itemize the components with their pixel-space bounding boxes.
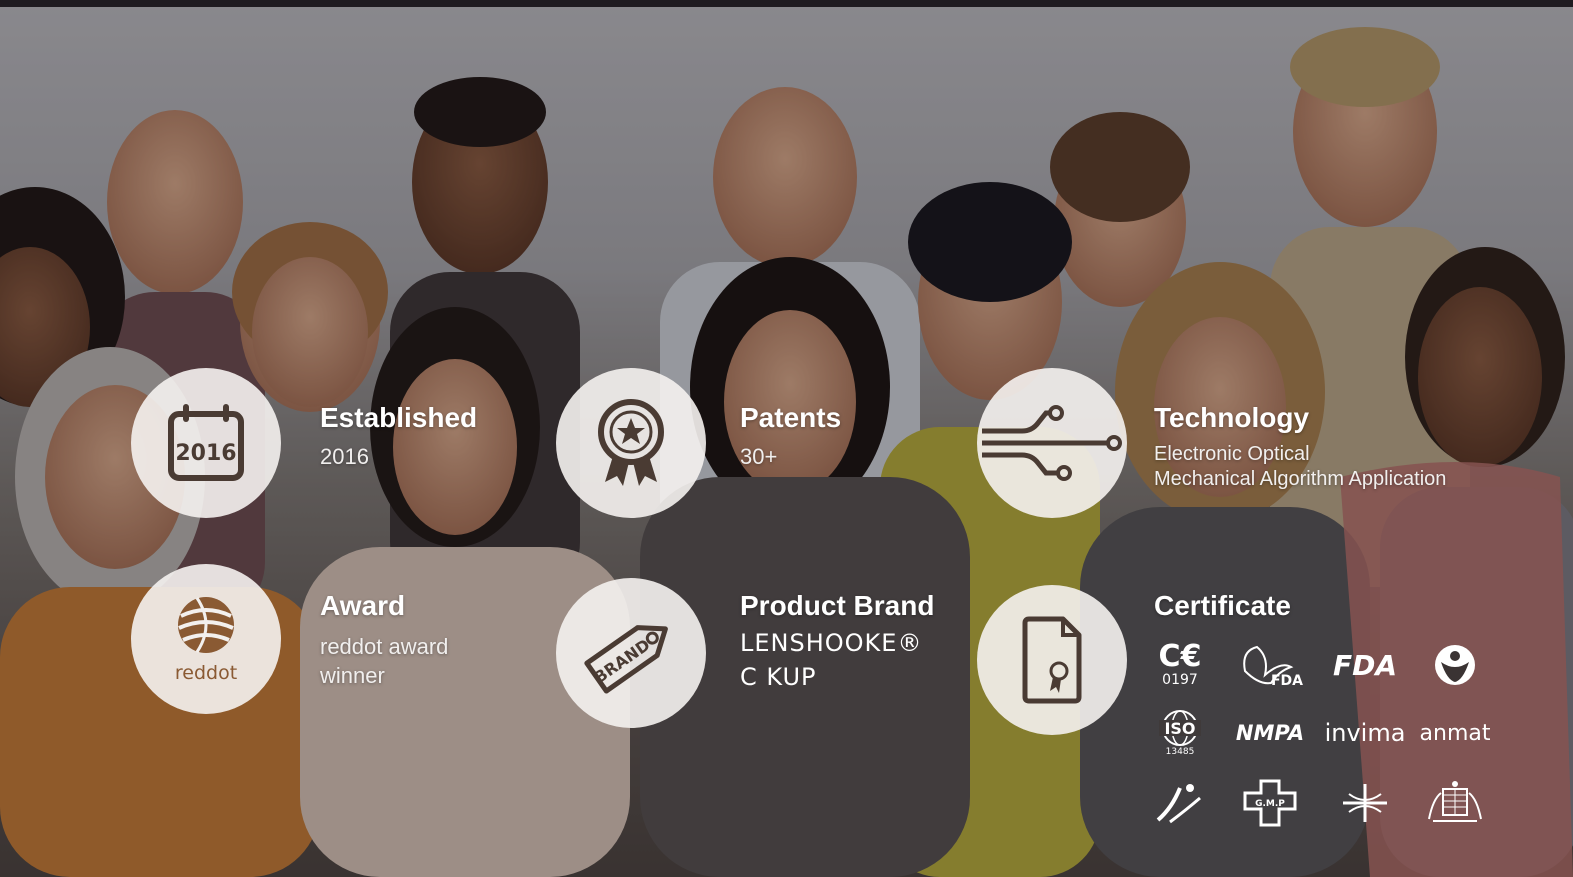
technology-feature: Technology Electronic Optical Mechanical… (1154, 402, 1446, 492)
award-ribbon-icon (598, 399, 664, 486)
top-bar (0, 0, 1573, 7)
brand-icon-badge: BRAND (556, 578, 706, 728)
nmpa-logo: NMPA (1235, 721, 1305, 745)
patents-value: 30+ (740, 444, 778, 469)
reddot-logo-icon (178, 597, 234, 653)
certificate-document-icon (1022, 616, 1082, 704)
award-icon-badge: reddot (131, 564, 281, 714)
technology-title: Technology (1154, 402, 1310, 433)
technology-line2: Mechanical Algorithm Application (1154, 468, 1447, 490)
health-emblem-logo (1325, 778, 1405, 828)
human-emblem-logo (1415, 640, 1495, 690)
reddot-logo-text: reddot (174, 662, 238, 684)
gmp-cross-logo: G.M.P (1230, 778, 1310, 828)
patent-icon-badge (556, 368, 706, 518)
patents-title: Patents (740, 402, 842, 433)
svg-text:FDA: FDA (1271, 673, 1303, 689)
certificate-logos: C€ 0197 FDA FDA ISO 13485 NMPA invima an (1150, 640, 1510, 830)
anmat-logo: anmat (1419, 720, 1491, 746)
svg-text:ISO: ISO (1164, 719, 1195, 738)
ckup-logo: C KUP (740, 663, 817, 691)
fda-bird-logo: FDA (1230, 640, 1310, 690)
svg-text:2016: 2016 (175, 441, 236, 466)
certificate-feature: Certificate (1154, 590, 1291, 622)
coat-of-arms-logo (1415, 778, 1495, 828)
technology-line1: Electronic Optical (1154, 443, 1310, 465)
invima-logo: invima (1324, 719, 1406, 747)
award-line1: reddot award (320, 634, 449, 659)
ce-mark-logo: C€ 0197 (1158, 639, 1202, 689)
fda-logo: FDA (1332, 648, 1398, 682)
established-feature: Established 2016 (320, 402, 477, 470)
certificate-title: Certificate (1154, 590, 1291, 621)
award-title: Award (320, 590, 406, 621)
brand-title: Product Brand (740, 590, 935, 621)
svg-text:G.M.P: G.M.P (1255, 799, 1285, 809)
iso-13485-logo: ISO 13485 (1140, 708, 1220, 758)
award-line2: winner (320, 663, 385, 688)
brand-tag-icon: BRAND (584, 625, 668, 694)
calendar-icon-badge: 2016 (131, 368, 281, 518)
established-value: 2016 (320, 444, 369, 469)
patents-feature: Patents 30+ (740, 402, 841, 470)
calendar-icon: 2016 (168, 404, 244, 481)
award-feature: Award reddot award winner (320, 590, 448, 690)
technology-icon-badge (977, 368, 1127, 518)
brand-feature: Product Brand LENSHOOKE® C KUP (740, 590, 934, 694)
lenshooke-logo: LENSHOOKE® (740, 629, 923, 657)
circuit-icon (982, 405, 1122, 481)
certificate-icon-badge (977, 585, 1127, 735)
sfda-logo (1140, 778, 1220, 828)
established-title: Established (320, 402, 478, 433)
